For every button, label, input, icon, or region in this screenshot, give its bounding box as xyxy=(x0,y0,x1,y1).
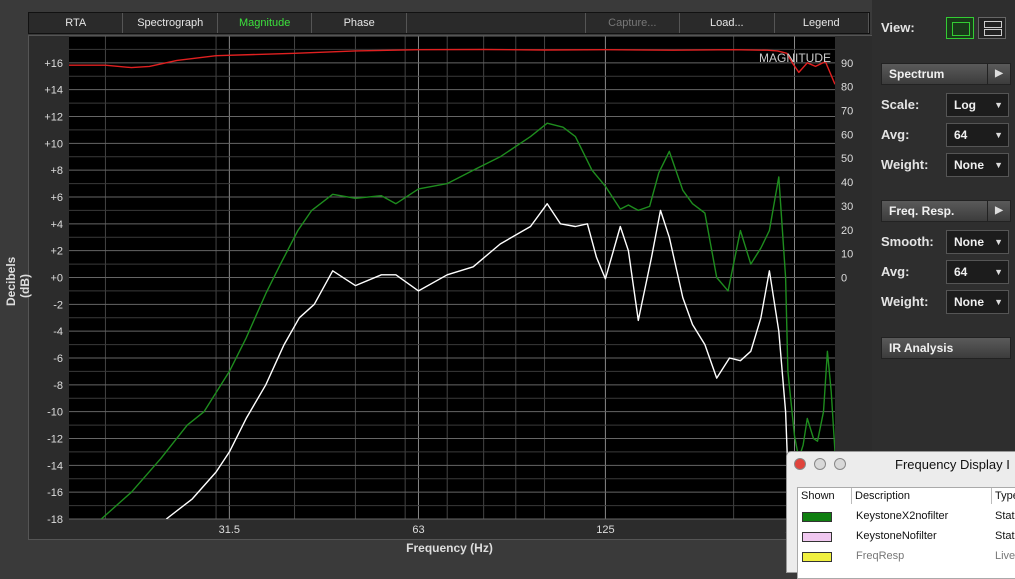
y-tick-label: +2 xyxy=(50,246,63,258)
ir-analysis-button[interactable]: IR Analysis xyxy=(881,337,1011,359)
play-arrow-icon: ▶ xyxy=(987,201,1010,221)
freq-weight-label: Weight: xyxy=(881,294,929,309)
tab-load[interactable]: Load... xyxy=(680,13,775,33)
y2-tick-label: 10 xyxy=(841,249,853,261)
y-tick-label: +16 xyxy=(44,58,63,70)
x-tick-label: 125 xyxy=(596,524,614,536)
y-tick-label: +10 xyxy=(44,138,63,150)
y-tick-label: -8 xyxy=(53,380,63,392)
trace-color-swatch[interactable] xyxy=(802,552,832,562)
spectrum-section-button[interactable]: Spectrum ▶ xyxy=(881,63,1011,85)
tab-magnitude[interactable]: Magnitude xyxy=(218,13,313,33)
spectrum-avg-select[interactable]: 64 ▼ xyxy=(946,123,1009,147)
scale-label: Scale: xyxy=(881,97,920,112)
single-pane-icon xyxy=(952,22,970,36)
single-view-button[interactable] xyxy=(946,17,974,39)
y2-tick-label: 70 xyxy=(841,106,853,118)
y-tick-label: -6 xyxy=(53,353,63,365)
chevron-down-icon: ▼ xyxy=(994,237,1003,247)
tab-phase[interactable]: Phase xyxy=(312,13,407,33)
view-tabbar: RTA Spectrograph Magnitude Phase Capture... L… xyxy=(28,12,870,34)
chevron-down-icon: ▼ xyxy=(994,100,1003,110)
y-tick-label: -4 xyxy=(53,326,63,338)
y2-tick-label: 60 xyxy=(841,129,853,141)
freq-avg-label: Avg: xyxy=(881,264,910,279)
column-header-type[interactable]: Type xyxy=(992,488,1015,504)
trace-description: FreqResp xyxy=(856,550,905,562)
trace-type: Static xyxy=(995,510,1015,522)
spectrum-weight-select[interactable]: None ▼ xyxy=(946,153,1009,177)
y2-tick-label: 80 xyxy=(841,82,853,94)
spectrum-avg-label: Avg: xyxy=(881,127,910,142)
y2-tick-label: 40 xyxy=(841,177,853,189)
y2-tick-label: 0 xyxy=(841,273,847,285)
table-row[interactable]: FreqResp Live xyxy=(798,546,1015,566)
y-tick-label: -18 xyxy=(47,514,63,526)
x-tick-label: 31.5 xyxy=(219,524,240,536)
magnitude-chart: -18 -16 -14 -12 -10 -8 -6 -4 -2 +0 +2 +4 +6 +8 +10 +12 +… xyxy=(44,36,853,536)
split-view-button[interactable] xyxy=(978,17,1006,39)
y-tick-label: -16 xyxy=(47,487,63,499)
smooth-select[interactable]: None ▼ xyxy=(946,230,1009,254)
chevron-down-icon: ▼ xyxy=(994,160,1003,170)
y2-tick-label: 30 xyxy=(841,201,853,213)
trace-type: Static xyxy=(995,530,1015,542)
y-tick-label: +4 xyxy=(50,219,63,231)
tab-rta[interactable]: RTA xyxy=(29,13,124,33)
y-tick-label: -10 xyxy=(47,407,63,419)
tab-spacer xyxy=(407,13,586,33)
tab-legend[interactable]: Legend xyxy=(775,13,870,33)
y-tick-label: +12 xyxy=(44,112,63,124)
y-tick-label: +14 xyxy=(44,85,63,97)
x-tick-label: 63 xyxy=(412,524,424,536)
table-row[interactable]: KeystoneNofilter Static xyxy=(798,526,1015,546)
y-tick-label: +0 xyxy=(50,273,63,285)
smooth-label: Smooth: xyxy=(881,234,934,249)
y-tick-label: +6 xyxy=(50,192,63,204)
minimize-window-button[interactable] xyxy=(814,458,826,470)
y-tick-label: -12 xyxy=(47,434,63,446)
chevron-down-icon: ▼ xyxy=(994,297,1003,307)
freq-avg-select[interactable]: 64 ▼ xyxy=(946,260,1009,284)
tab-spectrograph[interactable]: Spectrograph xyxy=(123,13,218,33)
y-tick-label: -14 xyxy=(47,460,63,472)
chevron-down-icon: ▼ xyxy=(994,130,1003,140)
play-arrow-icon: ▶ xyxy=(987,64,1010,84)
split-pane-icon xyxy=(984,21,1002,28)
zoom-window-button[interactable] xyxy=(834,458,846,470)
column-header-shown[interactable]: Shown xyxy=(798,488,852,504)
trace-type: Live xyxy=(995,550,1015,562)
scale-select[interactable]: Log ▼ xyxy=(946,93,1009,117)
y-tick-label: -2 xyxy=(53,299,63,311)
column-header-description[interactable]: Description xyxy=(852,488,992,504)
magnitude-plot: -18 -16 -14 -12 -10 -8 -6 -4 -2 +0 +2 +4 +6 +8 +10 +12 +… xyxy=(28,35,873,540)
trace-description: KeystoneNofilter xyxy=(856,530,937,542)
close-window-button[interactable] xyxy=(794,458,806,470)
x-axis-label: Frequency (Hz) xyxy=(406,541,493,555)
y2-tick-label: 20 xyxy=(841,225,853,237)
frequency-display-dialog: Frequency Display I ShownDescriptionType… xyxy=(786,451,1015,579)
magnitude-overlay-label: MAGNITUDE xyxy=(759,51,831,65)
table-row[interactable]: KeystoneX2nofilter Static xyxy=(798,506,1015,526)
view-label: View: xyxy=(881,20,915,35)
y2-tick-label: 90 xyxy=(841,58,853,70)
trace-table: ShownDescriptionType KeystoneX2nofilter St… xyxy=(797,487,1015,579)
freq-resp-section-button[interactable]: Freq. Resp. ▶ xyxy=(881,200,1011,222)
trace-description: KeystoneX2nofilter xyxy=(856,510,949,522)
trace-color-swatch[interactable] xyxy=(802,512,832,522)
chevron-down-icon: ▼ xyxy=(994,267,1003,277)
dialog-title: Frequency Display I xyxy=(895,457,1010,472)
tab-capture[interactable]: Capture... xyxy=(586,13,681,33)
spectrum-weight-label: Weight: xyxy=(881,157,929,172)
y-axis-label: Decibels (dB) xyxy=(4,256,32,306)
freq-weight-select[interactable]: None ▼ xyxy=(946,290,1009,314)
y2-tick-label: 50 xyxy=(841,153,853,165)
y-tick-label: +8 xyxy=(50,165,63,177)
trace-color-swatch[interactable] xyxy=(802,532,832,542)
